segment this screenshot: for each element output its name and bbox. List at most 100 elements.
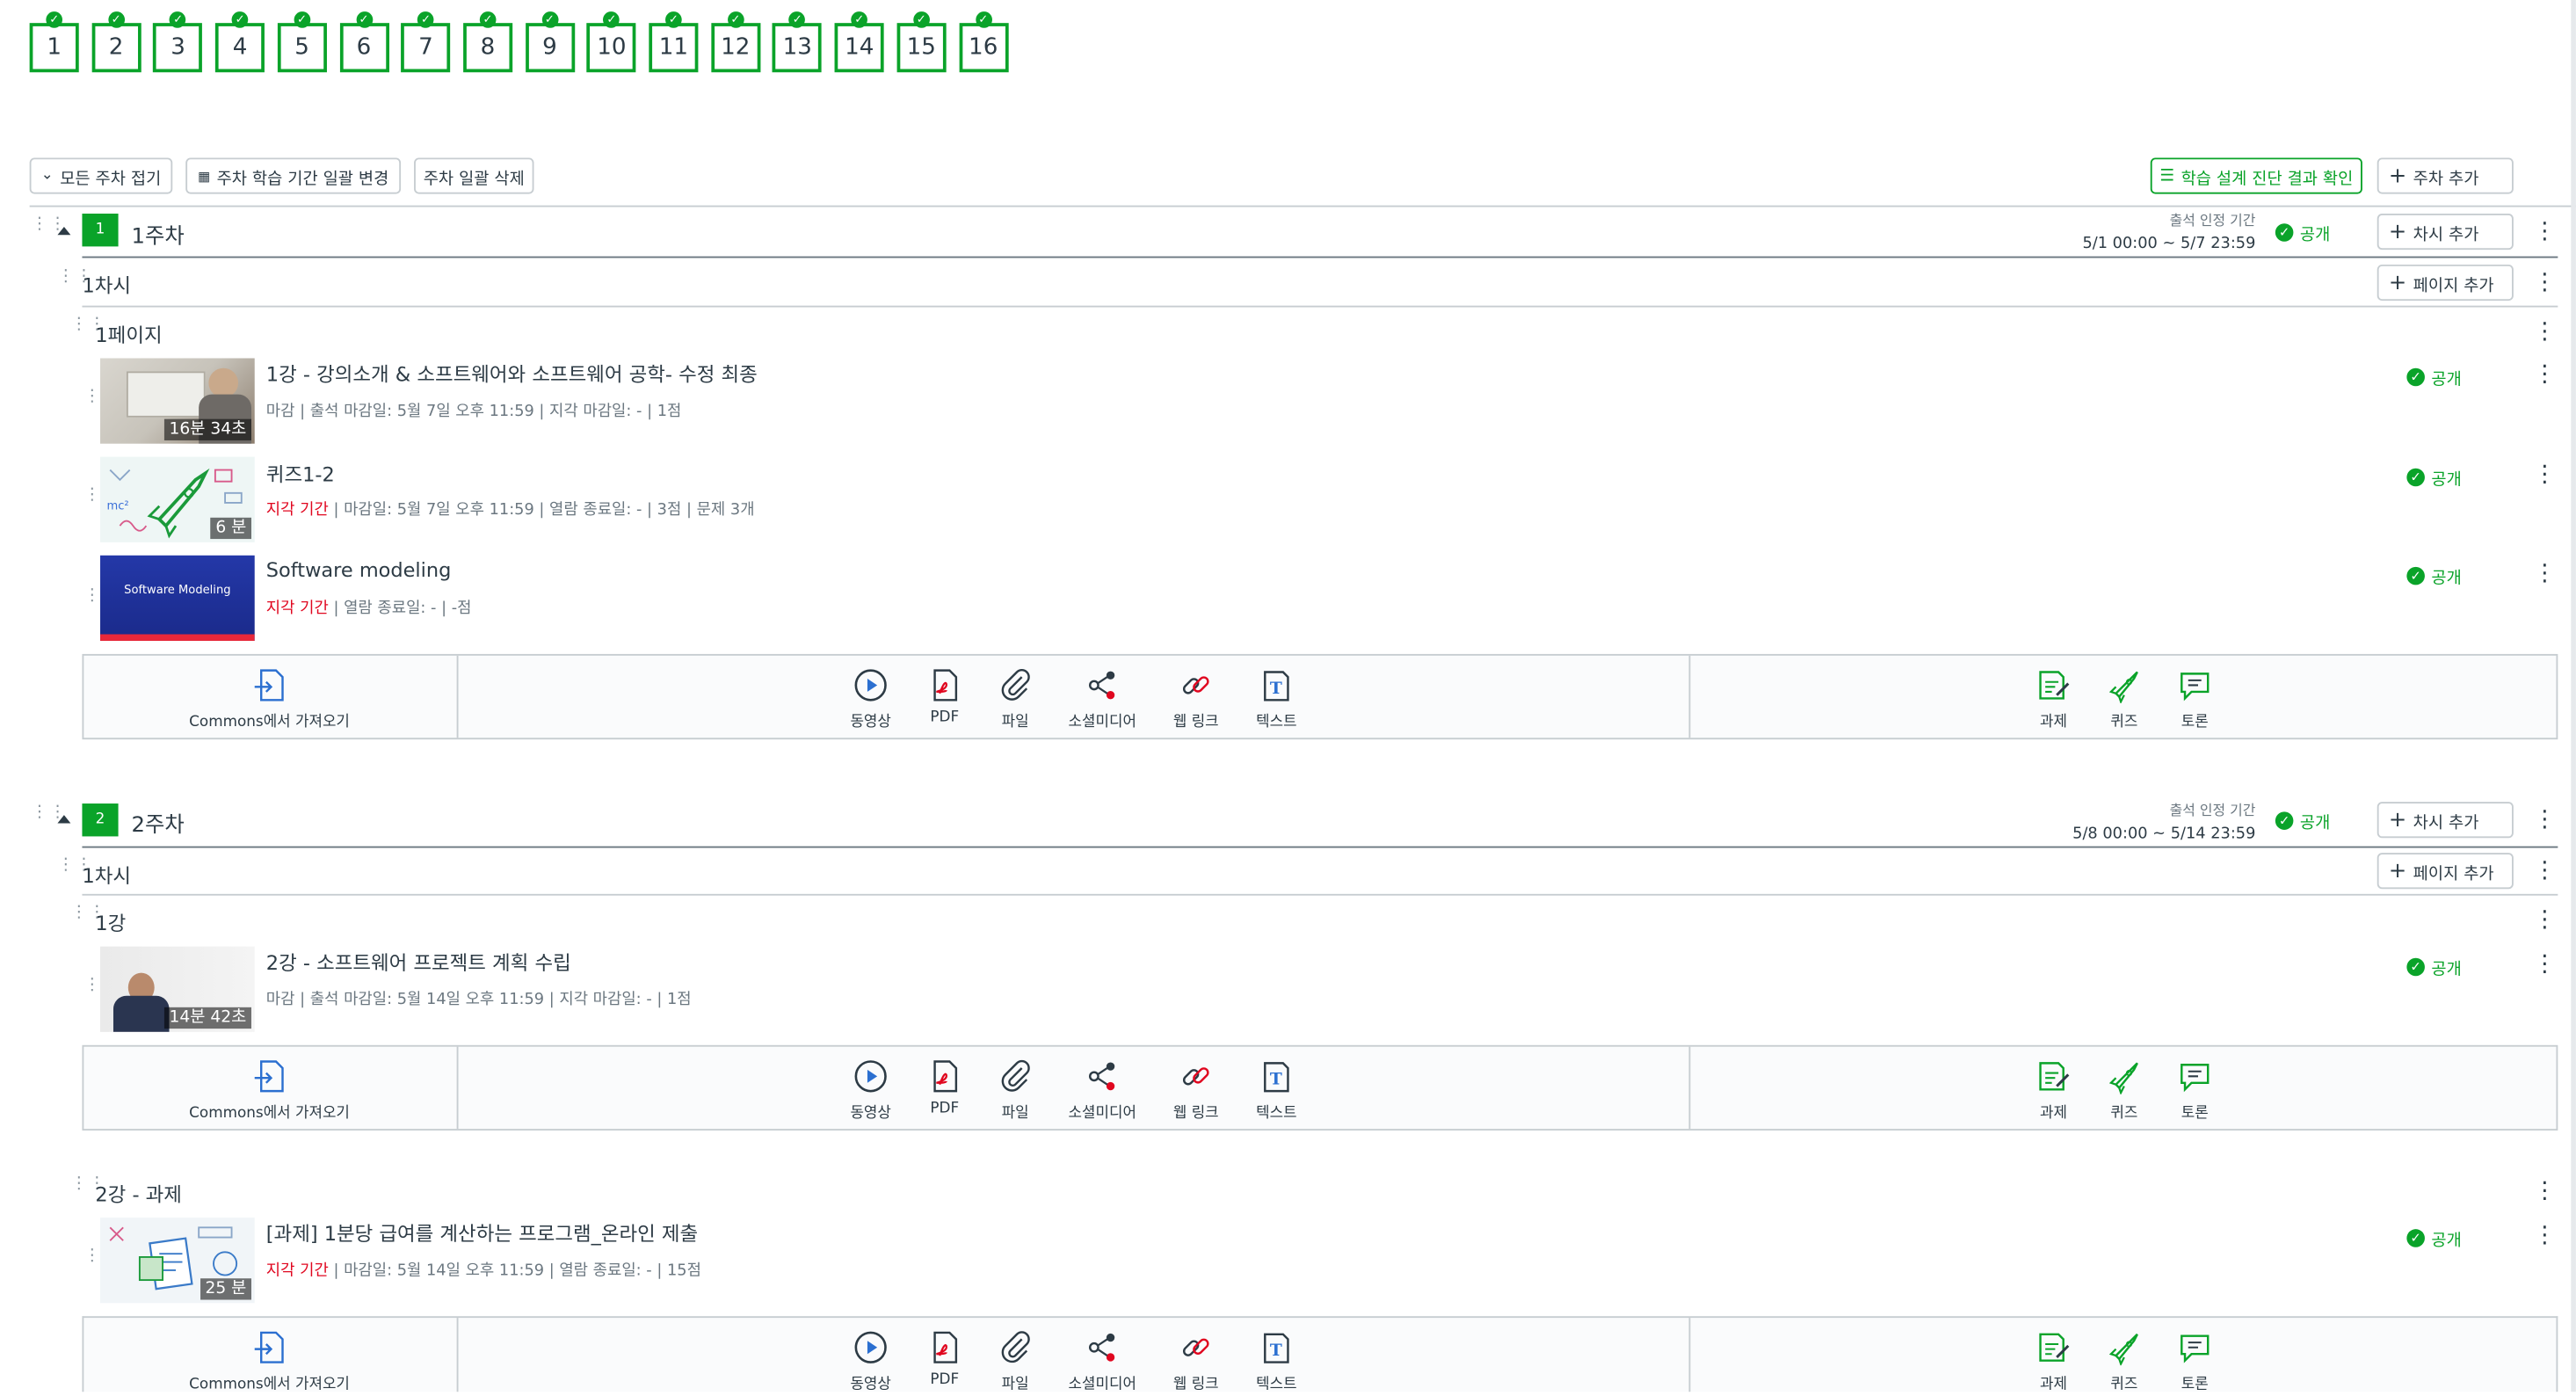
add-social-button[interactable]: 소셜미디어: [1053, 1058, 1151, 1123]
video-thumbnail[interactable]: 14분 42초: [100, 946, 255, 1032]
week-tab-13[interactable]: ✓ 13: [773, 11, 823, 73]
item-title[interactable]: [과제] 1분당 급여를 계산하는 프로그램_온라인 제출: [266, 1219, 698, 1247]
drag-handle-icon[interactable]: [70, 1182, 80, 1201]
slide-thumbnail[interactable]: Software Modeling: [100, 555, 255, 641]
drag-handle-icon[interactable]: [83, 593, 93, 613]
meta-text: 출석 마감일: 5월 7일 오후 11:59 | 지각 마감일: - | 1점: [309, 402, 682, 421]
drag-handle-icon[interactable]: [70, 322, 80, 341]
item-title[interactable]: Software modeling: [266, 559, 452, 582]
week-tab-14[interactable]: ✓ 14: [834, 11, 884, 73]
add-session-button[interactable]: + 차시 추가: [2376, 213, 2514, 251]
published-status[interactable]: ✓ 공개: [2275, 809, 2330, 833]
add-week-button[interactable]: + 주차 추가: [2376, 157, 2514, 194]
week-tab-6[interactable]: ✓ 6: [338, 11, 389, 73]
check-circle-icon: ✓: [231, 11, 249, 28]
week-tab-15[interactable]: ✓ 15: [896, 11, 947, 73]
drag-handle-icon[interactable]: [83, 395, 93, 414]
drag-handle-icon[interactable]: [83, 1254, 93, 1273]
meta-text: | 마감일: 5월 14일 오후 11:59 | 열람 종료일: - | 15점: [328, 1261, 701, 1281]
commons-import-button[interactable]: Commons에서 가져오기: [171, 1329, 367, 1393]
week-tab-9[interactable]: ✓ 9: [525, 11, 575, 73]
published-status[interactable]: ✓ 공개: [2406, 365, 2462, 389]
toolbar-divider: [456, 1318, 459, 1392]
published-status[interactable]: ✓ 공개: [2406, 1225, 2462, 1250]
diagnosis-button[interactable]: ☰ 학습 설계 진단 결과 확인: [2150, 157, 2362, 194]
add-page-button[interactable]: + 페이지 추가: [2376, 853, 2514, 890]
add-session-button[interactable]: + 차시 추가: [2376, 802, 2514, 839]
add-text-button[interactable]: T 텍스트: [1227, 1058, 1325, 1123]
add-text-button[interactable]: T 텍스트: [1227, 667, 1325, 731]
published-label: 공개: [2299, 226, 2331, 245]
published-status[interactable]: ✓ 공개: [2406, 563, 2462, 588]
collapse-caret-icon[interactable]: [57, 226, 71, 236]
add-page-label: 페이지 추가: [2413, 865, 2494, 883]
more-options-icon[interactable]: ⋮: [2533, 860, 2556, 883]
check-circle-icon: ✓: [541, 11, 558, 28]
week-tab-5[interactable]: ✓ 5: [277, 11, 327, 73]
week-tab-16[interactable]: ✓ 16: [958, 11, 1008, 73]
quiz-thumbnail[interactable]: mc² 6 분: [100, 456, 255, 542]
drag-handle-icon[interactable]: [57, 862, 67, 882]
add-file-icon: [998, 1058, 1034, 1094]
add-social-button[interactable]: 소셜미디어: [1053, 667, 1151, 731]
drag-handle-icon[interactable]: [32, 811, 41, 830]
week-tab-11[interactable]: ✓ 11: [649, 11, 699, 73]
drag-handle-icon[interactable]: [70, 911, 80, 930]
published-status[interactable]: ✓ 공개: [2275, 220, 2331, 245]
week-tab-10[interactable]: ✓ 10: [586, 11, 636, 73]
week-tab-8[interactable]: ✓ 8: [462, 11, 512, 73]
content-add-toolbar: Commons에서 가져오기 동영상 PDF 파일 소셜미디어 웹 링크 T 텍스트 과제 퀴즈 토…: [82, 1044, 2558, 1131]
plus-icon: +: [2388, 163, 2407, 189]
more-options-icon[interactable]: ⋮: [2533, 1225, 2556, 1247]
more-options-icon[interactable]: ⋮: [2533, 1180, 2556, 1203]
add-text-button[interactable]: T 텍스트: [1227, 1329, 1325, 1393]
more-options-icon[interactable]: ⋮: [2533, 953, 2556, 976]
drag-handle-icon[interactable]: [83, 983, 93, 1002]
more-options-icon[interactable]: ⋮: [2533, 909, 2556, 932]
week-tab-3[interactable]: ✓ 3: [153, 11, 203, 73]
add-file-button[interactable]: 파일: [966, 1058, 1064, 1123]
collapse-all-button[interactable]: ⌄ 모든 주차 접기: [29, 157, 173, 194]
add-file-button[interactable]: 파일: [966, 667, 1064, 731]
item-title[interactable]: 퀴즈1-2: [266, 460, 335, 488]
week-tab-2[interactable]: ✓ 2: [91, 11, 141, 73]
add-page-button[interactable]: + 페이지 추가: [2376, 264, 2514, 302]
add-discussion-button[interactable]: 토론: [2145, 1058, 2244, 1123]
collapse-caret-icon[interactable]: [57, 815, 71, 824]
item-title[interactable]: 2강 - 소프트웨어 프로젝트 계획 수립: [266, 949, 571, 977]
check-circle-icon: ✓: [912, 11, 930, 28]
drag-handle-icon[interactable]: [83, 493, 93, 513]
published-status[interactable]: ✓ 공개: [2406, 465, 2462, 490]
more-options-icon[interactable]: ⋮: [2533, 562, 2556, 585]
meta-text: | 마감일: 5월 7일 오후 11:59 | 열람 종료일: - | 3점 |…: [328, 501, 755, 520]
more-options-icon[interactable]: ⋮: [2533, 809, 2556, 832]
scrollbar[interactable]: [2571, 0, 2576, 1392]
video-thumbnail[interactable]: 16분 34초: [100, 358, 255, 444]
add-social-label: 소셜미디어: [1068, 715, 1136, 731]
add-social-icon: [1085, 667, 1121, 703]
week-tab-4[interactable]: ✓ 4: [215, 11, 265, 73]
drag-handle-icon[interactable]: [32, 222, 41, 241]
week-tab-7[interactable]: ✓ 7: [401, 11, 451, 73]
commons-import-button[interactable]: Commons에서 가져오기: [171, 1058, 367, 1123]
drag-handle-icon[interactable]: [57, 274, 67, 294]
more-options-icon[interactable]: ⋮: [2533, 363, 2556, 386]
add-discussion-button[interactable]: 토론: [2145, 667, 2244, 731]
divider: [82, 305, 2558, 308]
commons-import-button[interactable]: Commons에서 가져오기: [171, 667, 367, 731]
week-tab-1[interactable]: ✓ 1: [29, 11, 79, 73]
more-options-icon[interactable]: ⋮: [2533, 271, 2556, 294]
published-status[interactable]: ✓ 공개: [2406, 955, 2462, 979]
add-weblink-icon: [1178, 667, 1214, 703]
add-discussion-button[interactable]: 토론: [2145, 1329, 2244, 1393]
assignment-thumbnail[interactable]: 25 분: [100, 1218, 255, 1304]
item-title[interactable]: 1강 - 강의소개 & 소프트웨어와 소프트웨어 공학- 수정 최종: [266, 360, 758, 388]
more-options-icon[interactable]: ⋮: [2533, 320, 2556, 343]
add-social-button[interactable]: 소셜미디어: [1053, 1329, 1151, 1393]
week-tab-12[interactable]: ✓ 12: [710, 11, 760, 73]
more-options-icon[interactable]: ⋮: [2533, 220, 2556, 243]
bulk-period-button[interactable]: ▦ 주차 학습 기간 일괄 변경: [185, 157, 402, 194]
add-file-button[interactable]: 파일: [966, 1329, 1064, 1393]
bulk-delete-button[interactable]: 주차 일괄 삭제: [414, 157, 534, 194]
more-options-icon[interactable]: ⋮: [2533, 463, 2556, 486]
